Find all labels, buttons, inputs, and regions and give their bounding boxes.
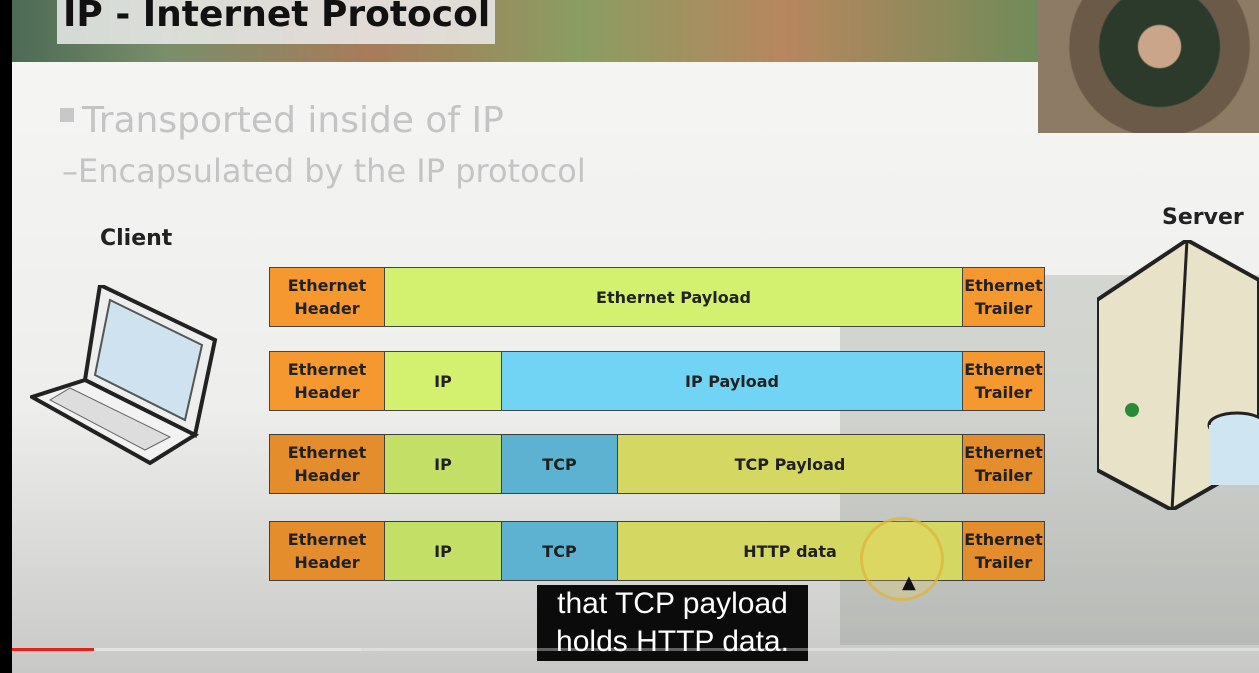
ip-payload-cell: IP Payload xyxy=(502,352,963,410)
laptop-icon xyxy=(30,285,218,465)
ethernet-trailer-cell: Ethernet Trailer xyxy=(963,435,1044,493)
progress-played xyxy=(12,648,95,651)
slide-title: IP - Internet Protocol xyxy=(57,0,495,44)
tcp-payload-cell: TCP Payload xyxy=(618,435,963,493)
presenter-webcam xyxy=(1038,0,1259,133)
bullet-2: –Encapsulated by the IP protocol xyxy=(62,152,586,190)
ethernet-trailer-cell: Ethernet Trailer xyxy=(963,268,1044,326)
mouse-cursor-icon: ▲ xyxy=(902,572,916,593)
tcp-header-cell: TCP xyxy=(502,435,618,493)
caption-line-1: that TCP payload xyxy=(557,587,788,620)
ethernet-header-cell: Ethernet Header xyxy=(270,435,385,493)
frame-row-ethernet: Ethernet Header Ethernet Payload Ethernet… xyxy=(269,267,1045,327)
frame-row-tcp: Ethernet Header IP TCP TCP Payload Ethern… xyxy=(269,434,1045,494)
tcp-header-cell: TCP xyxy=(502,522,618,580)
ip-header-cell: IP xyxy=(385,352,502,410)
ethernet-payload-cell: Ethernet Payload xyxy=(385,268,963,326)
progress-bar[interactable] xyxy=(12,648,1259,651)
ip-header-cell: IP xyxy=(385,522,502,580)
server-label: Server xyxy=(1162,205,1244,230)
frame-row-ip: Ethernet Header IP IP Payload Ethernet Tra… xyxy=(269,351,1045,411)
ethernet-trailer-cell: Ethernet Trailer xyxy=(963,352,1044,410)
ethernet-header-cell: Ethernet Header xyxy=(270,268,385,326)
client-label: Client xyxy=(100,226,173,251)
ethernet-trailer-cell: Ethernet Trailer xyxy=(963,522,1044,580)
caption-line-2: holds HTTP data. xyxy=(556,625,789,658)
bullet-1: Transported inside of IP xyxy=(60,100,504,141)
video-player[interactable]: IP - Internet Protocol Transported insid… xyxy=(12,0,1259,673)
ethernet-header-cell: Ethernet Header xyxy=(270,352,385,410)
server-icon xyxy=(1097,240,1259,510)
bullet-1-text: Transported inside of IP xyxy=(82,100,504,141)
bullet-square-icon xyxy=(60,108,74,122)
ip-header-cell: IP xyxy=(385,435,502,493)
ethernet-header-cell: Ethernet Header xyxy=(270,522,385,580)
